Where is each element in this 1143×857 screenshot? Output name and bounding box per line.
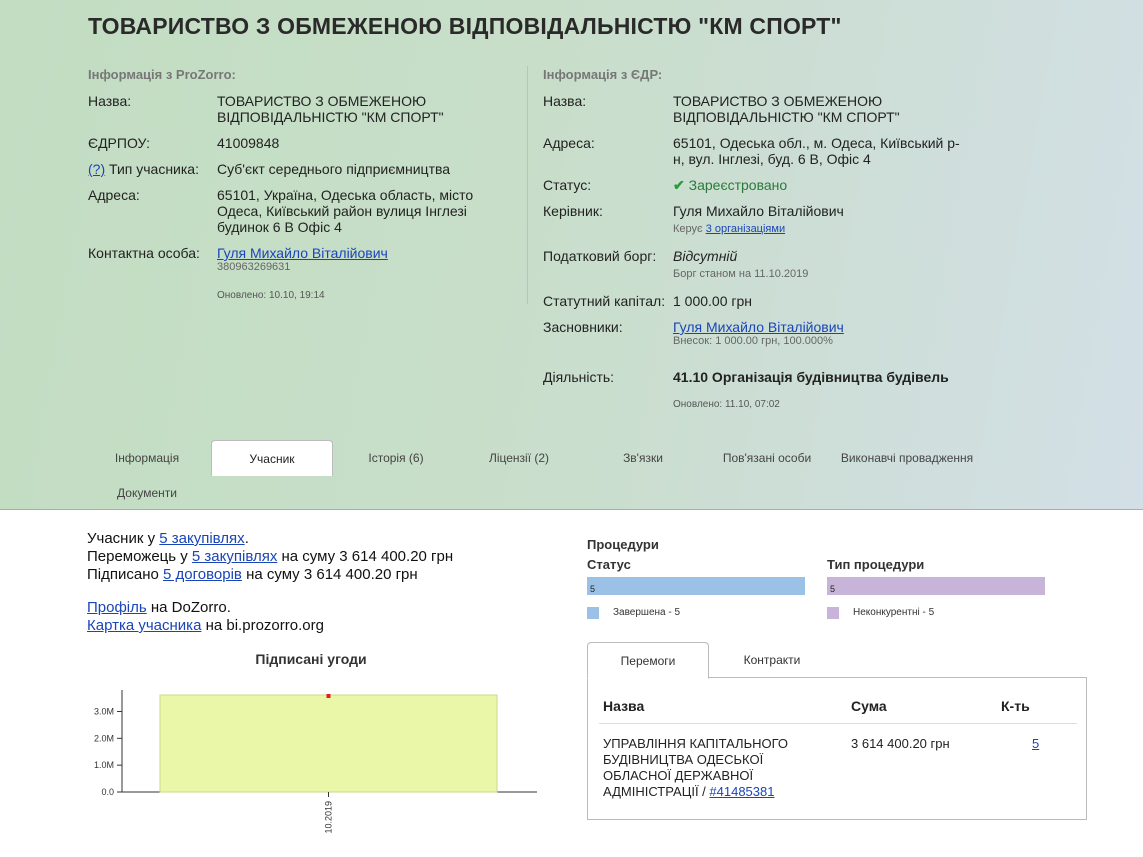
head-manages: Керує 3 організаціями xyxy=(673,223,786,235)
tender-link[interactable]: #41485381 xyxy=(709,784,774,799)
edr-address-label: Адреса: xyxy=(543,135,595,151)
y-tick-label: 2.0M xyxy=(94,733,114,743)
type-legend-text: Неконкурентні - 5 xyxy=(853,607,935,618)
edr-updated: Оновлено: 11.10, 07:02 xyxy=(673,399,780,410)
participant-line-1: Учасник у 5 закупівлях. xyxy=(87,530,249,547)
capital-value: 1 000.00 грн xyxy=(673,293,753,309)
tab-participant[interactable]: Учасник xyxy=(211,440,333,476)
col-name-header: Назва xyxy=(603,698,645,714)
founder-share: Внесок: 1 000.00 грн, 100.000% xyxy=(673,335,833,347)
activity-label: Діяльність: xyxy=(543,369,615,385)
status-legend-text: Завершена - 5 xyxy=(613,607,681,618)
table-row-name: УПРАВЛІННЯ КАПІТАЛЬНОГО БУДІВНИЦТВА ОДЕС… xyxy=(603,736,789,799)
tax-value: Відсутній xyxy=(673,248,738,264)
y-tick-label: 3.0M xyxy=(94,706,114,716)
purchases-link-1[interactable]: 5 закупівлях xyxy=(159,530,244,547)
contact-phone: 380963269631 xyxy=(217,261,291,273)
prozorro-name-value: ТОВАРИСТВО З ОБМЕЖЕНОЮ ВІДПОВІДАЛЬНІСТЮ "… xyxy=(217,93,444,125)
participant-card-link[interactable]: Картка учасника xyxy=(87,617,201,634)
status-value: ✔ Зареєстровано xyxy=(673,177,788,193)
prozorro-name-label: Назва: xyxy=(88,93,132,109)
contact-label: Контактна особа: xyxy=(88,245,200,261)
prozorro-updated: Оновлено: 10.10, 19:14 xyxy=(217,290,325,301)
col-count-header: К-ть xyxy=(1001,698,1030,714)
prozorro-address-value: 65101, Україна, Одеська область, місто Од… xyxy=(217,187,474,235)
participant-line-3: Підписано 5 договорів на суму 3 614 400.… xyxy=(87,566,418,583)
x-tick-label: 10.2019 xyxy=(324,801,334,834)
founder-link[interactable]: Гуля Михайло Віталійович xyxy=(673,319,844,335)
status-label: Статус: xyxy=(543,177,592,193)
table-row-sum: 3 614 400.20 грн xyxy=(851,736,950,751)
capital-label: Статутний капітал: xyxy=(543,293,666,309)
contracts-link[interactable]: 5 договорів xyxy=(163,566,242,583)
edr-heading: Інформація з ЄДР: xyxy=(543,67,663,82)
page-title: ТОВАРИСТВО З ОБМЕЖЕНОЮ ВІДПОВІДАЛЬНІСТЮ … xyxy=(88,13,842,39)
y-tick-label: 0.0 xyxy=(101,787,114,797)
chart-title: Підписані угоди xyxy=(255,651,367,667)
profile-line: Профіль на DoZorro. xyxy=(87,599,231,616)
activity-value: 41.10 Організація будівництва будівель xyxy=(673,369,949,385)
participant-type-value: Суб'єкт середнього підприємництва xyxy=(217,161,451,177)
contact-person-link[interactable]: Гуля Михайло Віталійович xyxy=(217,245,388,261)
participant-line-2: Переможець у 5 закупівлях на суму 3 614 … xyxy=(87,548,454,565)
type-chart-label: Тип процедури xyxy=(827,557,925,572)
tab-information[interactable]: Інформація xyxy=(88,451,206,465)
help-link[interactable]: (?) xyxy=(88,161,105,177)
edrpou-label: ЄДРПОУ: xyxy=(88,135,151,151)
table-header-divider xyxy=(599,723,1077,724)
status-legend-swatch xyxy=(587,607,599,619)
profile-link[interactable]: Профіль xyxy=(87,599,147,616)
edr-name-label: Назва: xyxy=(543,93,587,109)
edr-address-value: 65101, Одеська обл., м. Одеса, Київський… xyxy=(673,135,960,167)
tab-wins[interactable]: Перемоги xyxy=(587,642,709,679)
type-bar: 5 xyxy=(827,577,1045,595)
tax-date: Борг станом на 11.10.2019 xyxy=(673,268,809,280)
tab-enforcement[interactable]: Виконавчі провадження xyxy=(832,451,982,465)
procedures-heading: Процедури xyxy=(587,537,659,552)
purchases-link-2[interactable]: 5 закупівлях xyxy=(192,548,277,565)
participant-type-label: (?) Тип учасника: xyxy=(88,161,199,177)
tab-documents[interactable]: Документи xyxy=(88,486,206,500)
status-bar: 5 xyxy=(587,577,805,595)
head-name: Гуля Михайло Віталійович xyxy=(673,203,844,219)
bar-10.2019[interactable] xyxy=(159,694,498,793)
column-divider xyxy=(527,66,528,304)
tab-licenses[interactable]: Ліцензії (2) xyxy=(460,451,578,465)
tab-history[interactable]: Історія (6) xyxy=(337,451,455,465)
company-header-panel: ТОВАРИСТВО З ОБМЕЖЕНОЮ ВІДПОВІДАЛЬНІСТЮ … xyxy=(0,0,1143,510)
type-legend-swatch xyxy=(827,607,839,619)
tab-contracts[interactable]: Контракти xyxy=(712,653,832,667)
organizations-link[interactable]: 3 організаціями xyxy=(706,223,785,235)
founders-label: Засновники: xyxy=(543,319,623,335)
signed-agreements-chart: 0.0 1.0M 2.0M 3.0M 10.2019 xyxy=(94,690,537,834)
head-label: Керівник: xyxy=(543,203,603,219)
y-tick-label: 1.0M xyxy=(94,760,114,770)
tab-connections[interactable]: Зв'язки xyxy=(584,451,702,465)
tax-label: Податковий борг: xyxy=(543,248,657,264)
col-sum-header: Сума xyxy=(851,698,887,714)
edr-name-value: ТОВАРИСТВО З ОБМЕЖЕНОЮ ВІДПОВІДАЛЬНІСТЮ "… xyxy=(673,93,900,125)
prozorro-heading: Інформація з ProZorro: xyxy=(88,67,236,82)
status-chart-label: Статус xyxy=(587,557,631,572)
check-icon: ✔ xyxy=(673,177,685,193)
card-line: Картка учасника на bi.prozorro.org xyxy=(87,617,324,634)
prozorro-address-label: Адреса: xyxy=(88,187,140,203)
bar-marker xyxy=(326,693,331,698)
edrpou-value: 41009848 xyxy=(217,135,280,151)
tab-related-persons[interactable]: Пов'язані особи xyxy=(708,451,826,465)
table-row-count-link[interactable]: 5 xyxy=(1032,736,1039,752)
